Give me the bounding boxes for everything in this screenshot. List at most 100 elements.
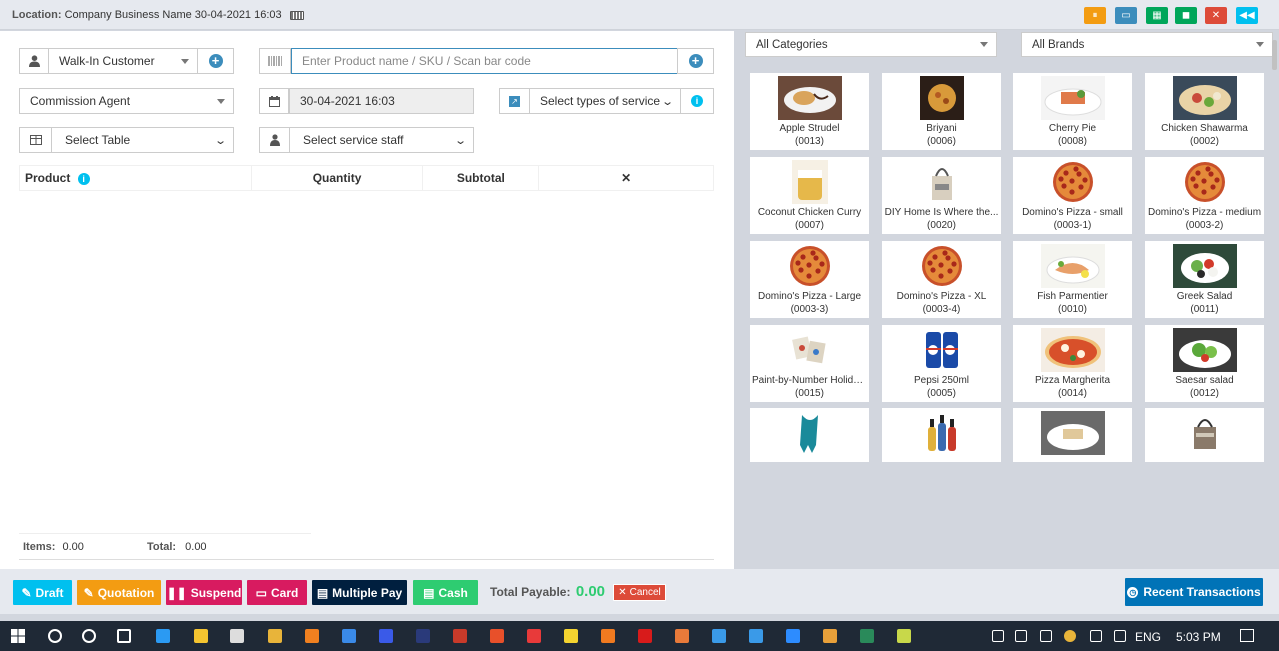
service-type-info-icon[interactable]: i	[680, 88, 714, 114]
product-card[interactable]: DIY Home Is Where the... (0020)	[882, 157, 1001, 234]
product-sku: (0003-1)	[1053, 220, 1092, 231]
close-icon: ✕	[618, 587, 627, 598]
app-icon[interactable]	[453, 629, 467, 643]
window-icon[interactable]: ▭	[1115, 7, 1137, 24]
speaker-icon[interactable]	[1015, 630, 1027, 642]
product-card[interactable]	[750, 408, 869, 462]
photoshop-icon[interactable]	[416, 629, 430, 643]
mail-icon[interactable]	[342, 629, 356, 643]
cart-totals: Items: 0.00 Total: 0.00	[23, 541, 207, 553]
zoom-icon[interactable]	[786, 629, 800, 643]
cortana-icon[interactable]	[82, 629, 96, 643]
product-image	[1040, 244, 1105, 288]
notepad-icon[interactable]	[897, 629, 911, 643]
product-card[interactable]: Apple Strudel (0013)	[750, 73, 869, 150]
product-card[interactable]: Pizza Margherita (0014)	[1013, 325, 1132, 402]
quotation-button-label: Quotation	[97, 585, 155, 600]
multiple-pay-button[interactable]: ▤ Multiple Pay	[312, 580, 407, 605]
product-card[interactable]	[1145, 408, 1264, 462]
product-card[interactable]: Paint-by-Number Holida... (0015)	[750, 325, 869, 402]
commission-agent-select[interactable]: Commission Agent	[19, 88, 234, 114]
battery-icon[interactable]	[1090, 630, 1102, 642]
product-name: Apple Strudel	[779, 123, 840, 134]
language-indicator[interactable]: ENG	[1135, 630, 1161, 644]
product-card[interactable]: Cherry Pie (0008)	[1013, 73, 1132, 150]
brand-filter-select[interactable]: All Brands	[1021, 32, 1273, 57]
suspend-button[interactable]: ❚❚ Suspend	[166, 580, 242, 605]
app-icon[interactable]	[1040, 630, 1052, 642]
product-card[interactable]: Chicken Shawarma (0002)	[1145, 73, 1264, 150]
product-card[interactable]: Domino's Pizza - medium (0003-2)	[1145, 157, 1264, 234]
cash-button[interactable]: ▤ Cash	[413, 580, 478, 605]
customer-select[interactable]: Walk-In Customer	[48, 48, 198, 74]
product-card[interactable]: Saesar salad (0012)	[1145, 325, 1264, 402]
product-card[interactable]: Domino's Pizza - XL (0003-4)	[882, 241, 1001, 318]
edge-icon[interactable]	[156, 629, 170, 643]
app-icon[interactable]	[860, 629, 874, 643]
card-button[interactable]: ▭ Card	[247, 580, 307, 605]
product-card[interactable]: Briyani (0006)	[882, 73, 1001, 150]
app-icon[interactable]	[749, 629, 763, 643]
plus-circle-icon: +	[688, 54, 703, 68]
file-explorer-icon[interactable]	[194, 629, 208, 643]
product-card[interactable]: Fish Parmentier (0010)	[1013, 241, 1132, 318]
chrome-icon[interactable]	[1064, 630, 1076, 642]
app-icon[interactable]	[527, 629, 541, 643]
service-type-select[interactable]: Select types of service ⌄	[529, 88, 681, 114]
product-name: Coconut Chicken Curry	[757, 207, 862, 218]
firefox-icon[interactable]	[601, 629, 615, 643]
product-card[interactable]: Greek Salad (0011)	[1145, 241, 1264, 318]
notifications-icon[interactable]	[1240, 629, 1254, 642]
calculator-icon[interactable]: ▦	[1146, 7, 1168, 24]
product-card[interactable]	[1013, 408, 1132, 462]
plus-circle-icon: +	[208, 54, 223, 68]
remove-all-icon[interactable]: ✕	[538, 165, 714, 191]
add-product-button[interactable]: +	[677, 48, 714, 74]
product-card[interactable]: Domino's Pizza - Large (0003-3)	[750, 241, 869, 318]
store-icon[interactable]	[230, 629, 244, 643]
app-icon[interactable]	[823, 629, 837, 643]
category-filter-select[interactable]: All Categories	[745, 32, 997, 57]
draft-button[interactable]: ✎ Draft	[13, 580, 72, 605]
close-window-icon[interactable]: ✕	[1205, 7, 1227, 24]
search-icon[interactable]	[48, 629, 62, 643]
chrome-icon[interactable]	[268, 629, 282, 643]
app-icon[interactable]	[490, 629, 504, 643]
backward-icon[interactable]: ◀◀	[1236, 7, 1258, 24]
task-view-icon[interactable]	[117, 629, 131, 643]
info-icon[interactable]: i	[77, 173, 90, 185]
product-name: Briyani	[926, 123, 957, 134]
product-search-input[interactable]: Enter Product name / SKU / Scan bar code	[291, 48, 678, 74]
app-icon[interactable]	[379, 629, 393, 643]
vlc-icon[interactable]	[305, 629, 319, 643]
brand-filter-value: All Brands	[1032, 38, 1085, 51]
pause-icon[interactable]: ⏸	[1084, 7, 1106, 24]
recent-transactions-button[interactable]: ◷ Recent Transactions	[1125, 578, 1263, 606]
sticky-notes-icon[interactable]	[564, 629, 578, 643]
briefcase-icon[interactable]: ◼	[1175, 7, 1197, 24]
keyboard-shortcuts-icon[interactable]	[289, 10, 304, 20]
opera-icon[interactable]	[638, 629, 652, 643]
product-sku: (0020)	[927, 220, 956, 231]
scrollbar[interactable]	[1271, 40, 1278, 530]
app-icon[interactable]	[675, 629, 689, 643]
table-select[interactable]: Select Table ⌄	[51, 127, 234, 153]
add-customer-button[interactable]: +	[197, 48, 234, 74]
money-icon: ▤	[316, 585, 329, 600]
cancel-button[interactable]: ✕ Cancel	[613, 584, 666, 601]
quotation-button[interactable]: ✎ Quotation	[77, 580, 161, 605]
product-name: Cherry Pie	[1048, 123, 1097, 134]
wifi-icon[interactable]	[1114, 630, 1126, 642]
product-name: Paint-by-Number Holida...	[752, 375, 868, 386]
windows-start-icon[interactable]	[11, 629, 25, 643]
product-card[interactable]: Coconut Chicken Curry (0007)	[750, 157, 869, 234]
scrollbar-thumb[interactable]	[1272, 40, 1277, 70]
app-icon[interactable]	[712, 629, 726, 643]
chevron-up-icon[interactable]	[992, 630, 1004, 642]
clock[interactable]: 5:03 PM	[1176, 630, 1221, 644]
service-staff-select[interactable]: Select service staff ⌄	[289, 127, 474, 153]
product-card[interactable]: Domino's Pizza - small (0003-1)	[1013, 157, 1132, 234]
transaction-date-field[interactable]: 30-04-2021 16:03	[289, 88, 474, 114]
product-card[interactable]: Pepsi 250ml (0005)	[882, 325, 1001, 402]
product-card[interactable]	[882, 408, 1001, 462]
